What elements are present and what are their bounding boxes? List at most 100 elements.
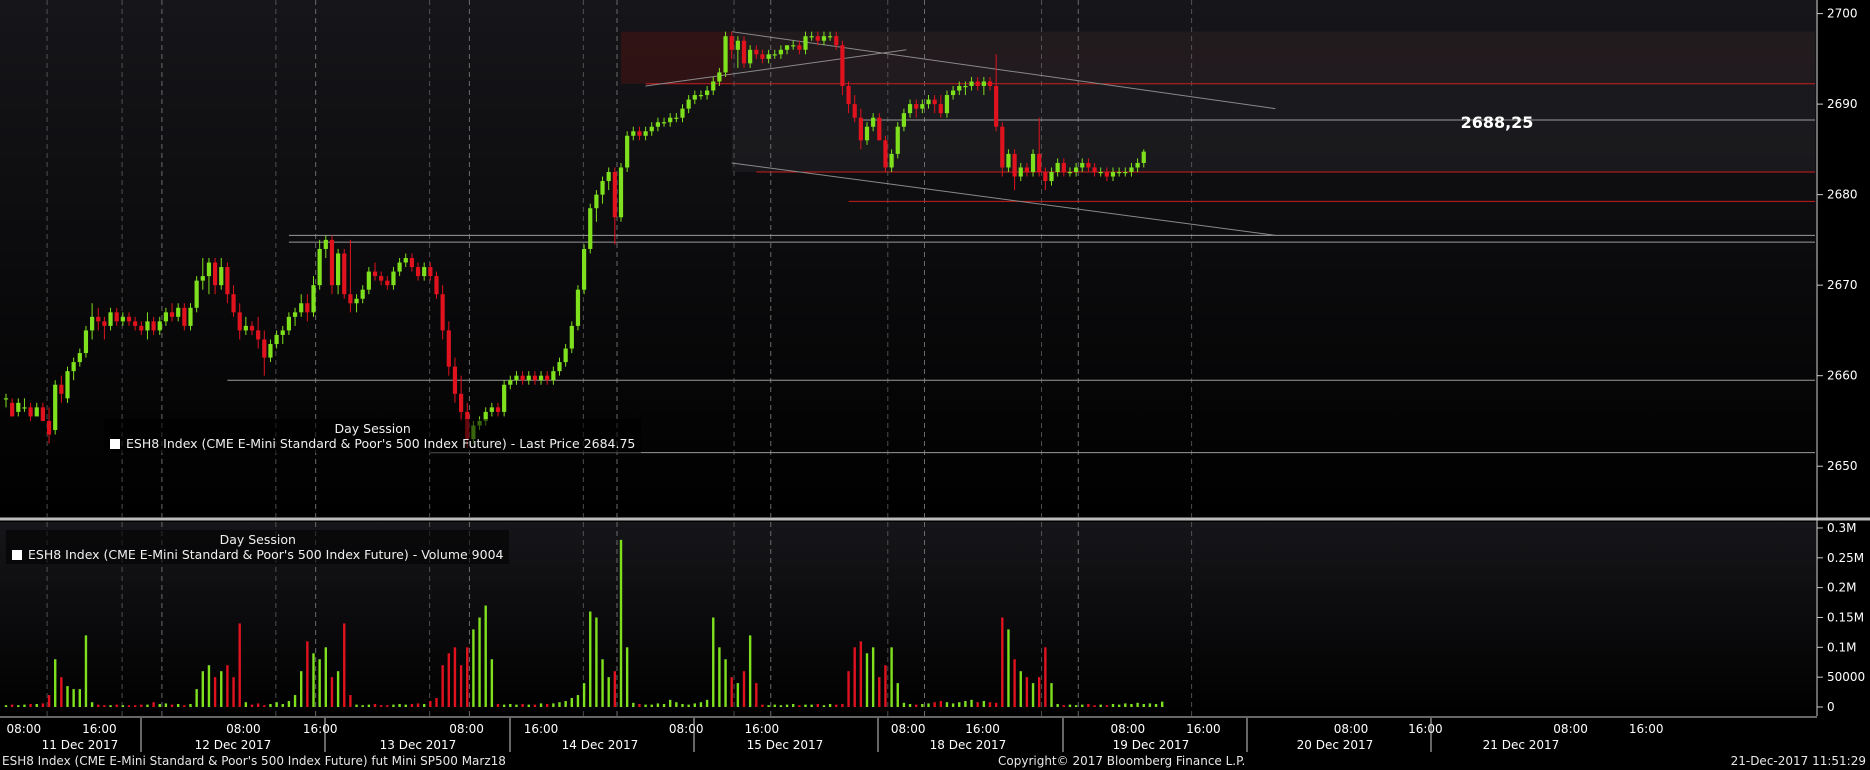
volume-bar <box>392 704 395 707</box>
volume-bar <box>976 702 979 707</box>
volume-bar <box>133 705 137 707</box>
volume-bar <box>97 704 100 707</box>
volume-bar <box>66 686 69 707</box>
volume-bar <box>250 704 254 707</box>
candle-body <box>680 108 685 118</box>
volume-bar <box>521 704 524 707</box>
candle-body <box>200 276 205 281</box>
volume-bar <box>484 605 487 707</box>
volume-bar <box>804 704 807 707</box>
time-tick-label: 08:00 <box>7 722 42 736</box>
candle-body <box>385 280 390 286</box>
volume-bar <box>386 705 389 707</box>
candle-body <box>901 113 906 127</box>
candle-body <box>563 348 568 363</box>
volume-bar <box>1124 703 1127 707</box>
volume-bar <box>767 705 770 707</box>
candle-body <box>668 117 673 123</box>
volume-bar <box>1031 683 1035 707</box>
volume-bar <box>994 702 998 707</box>
candle-body <box>409 258 414 268</box>
candle-body <box>508 380 513 385</box>
price-tick-label: 2690 <box>1827 97 1858 111</box>
candle-body <box>538 375 544 381</box>
candle-body <box>889 153 894 168</box>
candle-body <box>625 135 630 168</box>
time-tick-label: 16:00 <box>1629 722 1664 736</box>
candle-body <box>920 104 925 109</box>
time-tick-label: 08:00 <box>669 722 704 736</box>
candle-body <box>864 126 870 141</box>
price-and-volume-chart: 2650 2660 2670 2680 2690 2700 0 50000 0.1M 0.15M 0… <box>0 0 1870 752</box>
volume-bar <box>822 705 826 707</box>
volume-bar <box>478 617 481 707</box>
candle-body <box>292 312 298 317</box>
volume-bar <box>306 641 309 707</box>
candle-body <box>489 407 494 412</box>
candle-body <box>34 407 39 417</box>
candle-body <box>532 375 537 381</box>
volume-bar <box>576 695 580 707</box>
volume-bar <box>1044 647 1047 707</box>
volume-bar <box>207 665 211 707</box>
candle-body <box>526 375 531 381</box>
candle-body <box>821 36 827 41</box>
volume-bar <box>705 699 709 707</box>
candle-body <box>705 90 710 96</box>
candle-body <box>10 402 15 417</box>
volume-bar <box>361 705 364 707</box>
time-tick-label: 08:00 <box>449 722 484 736</box>
volume-bar <box>1025 677 1029 707</box>
candle-body <box>317 248 322 286</box>
volume-bar <box>232 677 235 707</box>
candle-body <box>65 371 70 399</box>
candle-body <box>90 316 95 331</box>
volume-bar <box>835 704 838 707</box>
candle-body <box>557 362 562 372</box>
candle-body <box>219 267 224 286</box>
candle-body <box>77 353 82 363</box>
volume-bar <box>1136 702 1139 707</box>
candle-body <box>354 298 359 304</box>
volume-bar <box>349 695 352 707</box>
volume-bar <box>1056 704 1059 707</box>
volume-bar <box>699 702 703 707</box>
candle-body <box>957 86 962 91</box>
candle-body <box>1055 162 1060 172</box>
time-tick-label: 16:00 <box>1408 722 1443 736</box>
footer-copyright: Copyright© 2017 Bloomberg Finance L.P. <box>998 754 1246 768</box>
day-tick-label: 15 Dec 2017 <box>747 738 824 752</box>
candle-body <box>108 312 113 326</box>
candle-body <box>311 285 316 313</box>
volume-bar <box>927 703 930 707</box>
volume-bar <box>127 705 131 707</box>
volume-bar <box>964 701 967 707</box>
candle-body <box>16 402 21 412</box>
candle-body <box>969 81 974 86</box>
volume-bar <box>183 705 186 707</box>
candle-body <box>938 104 943 114</box>
volume-bar <box>939 701 942 707</box>
volume-bar <box>416 703 420 707</box>
volume-bar <box>515 704 518 707</box>
candle-body <box>692 95 697 100</box>
volume-bar <box>78 689 81 707</box>
candle-body <box>1049 172 1054 182</box>
volume-bar <box>724 659 727 707</box>
candle-body <box>754 49 759 55</box>
candle-body <box>655 122 660 127</box>
candle-body <box>286 316 291 331</box>
volume-bar <box>281 704 284 707</box>
volume-bar <box>140 704 143 707</box>
candle-body <box>766 54 771 59</box>
candle-body <box>268 344 273 358</box>
candle-body <box>1067 172 1073 174</box>
candle-body <box>157 321 162 331</box>
volume-bar <box>226 665 229 707</box>
volume-bar <box>1074 705 1078 707</box>
volume-tick-label: 0.15M <box>1827 610 1864 624</box>
volume-bar <box>601 659 604 707</box>
candle-body <box>59 384 64 394</box>
day-tick-label: 19 Dec 2017 <box>1113 738 1190 752</box>
candle-body <box>434 276 439 295</box>
